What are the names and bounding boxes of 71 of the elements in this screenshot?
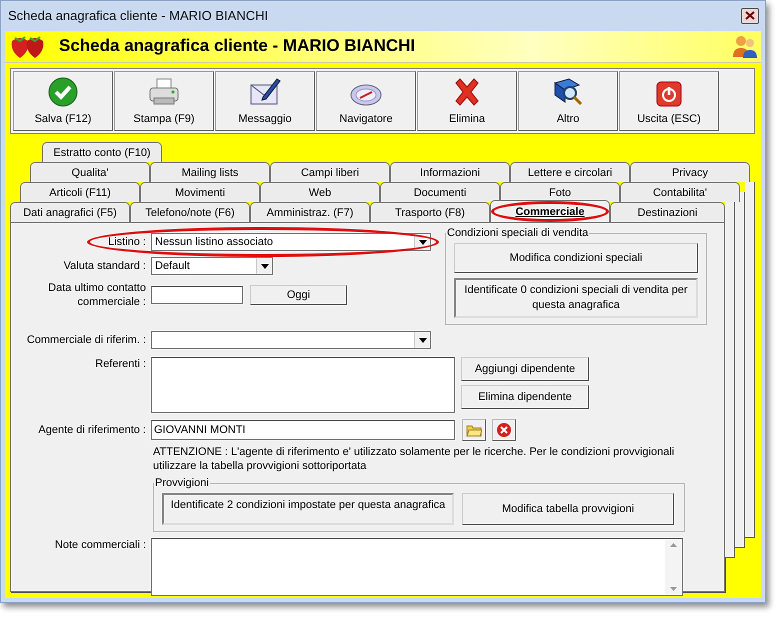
toolbar-button[interactable]: Stampa (F9) (114, 71, 214, 131)
tab[interactable]: Lettere e circolari (510, 162, 630, 182)
scroll-up-icon (670, 543, 677, 547)
field-label: Referenti : (94, 357, 147, 371)
dropdown-caret-icon (418, 240, 426, 244)
tab[interactable]: Amministraz. (F7) (250, 202, 370, 222)
tab[interactable]: Campi liberi (270, 162, 390, 182)
dropdown-caret-icon (260, 264, 268, 268)
toolbar-button[interactable]: Salva (F12) (13, 71, 113, 131)
today-button[interactable]: Oggi (250, 285, 347, 305)
group-title: Provvigioni (154, 477, 210, 489)
dropdown[interactable]: Default (151, 257, 273, 275)
info-text: Identificate 2 condizioni impostate per questa anagrafica (162, 493, 454, 525)
field-label: Listino : (107, 235, 147, 249)
dropdown[interactable]: Nessun listino associato (151, 233, 431, 251)
notes-field[interactable] (151, 538, 683, 596)
compass-icon (350, 83, 382, 107)
scroll-down-icon (670, 587, 677, 591)
tab[interactable]: Contabilita' (620, 182, 740, 202)
text-field[interactable]: GIOVANNI MONTI (151, 420, 455, 440)
action-button[interactable]: Aggiungi dipendente (461, 357, 589, 381)
tab[interactable]: Web (260, 182, 380, 202)
list-field[interactable] (151, 357, 455, 413)
toolbar-button[interactable]: Elimina (417, 71, 517, 131)
tab[interactable]: Articoli (F11) (20, 182, 140, 202)
users-icon (733, 34, 757, 58)
tab[interactable]: Dati anagrafici (F5) (10, 202, 130, 222)
toolbar-button[interactable]: Uscita (ESC) (619, 71, 719, 131)
field-label: Note commerciali : (54, 538, 147, 552)
power-icon (656, 81, 682, 107)
close-icon (745, 11, 755, 20)
tab[interactable]: Telefono/note (F6) (130, 202, 250, 222)
book-magnifier-icon (552, 77, 584, 107)
scrollbar[interactable] (665, 539, 682, 595)
dropdown[interactable] (151, 331, 431, 349)
window-title: Scheda anagrafica cliente - MARIO BIANCHI (8, 8, 268, 24)
tab[interactable]: Qualita' (30, 162, 150, 182)
tab[interactable]: Informazioni (390, 162, 510, 182)
close-icon (496, 422, 512, 438)
tab[interactable]: Estratto conto (F10) (42, 142, 162, 162)
checkmark-icon (48, 77, 78, 107)
info-text: Identificate 0 condizioni speciali di vendita per questa anagrafica (454, 278, 698, 318)
printer-icon (148, 77, 180, 107)
tab[interactable]: Movimenti (140, 182, 260, 202)
tab[interactable]: Foto (500, 182, 620, 202)
toolbar-button[interactable]: Messaggio (215, 71, 315, 131)
toolbar-button[interactable]: Altro (518, 71, 618, 131)
tab[interactable]: Commerciale (490, 200, 610, 222)
toolbar-button[interactable]: Navigatore (316, 71, 416, 131)
field-label: Data ultimo contatto commerciale : (47, 281, 147, 309)
dropdown-caret-icon (418, 338, 426, 342)
close-button[interactable] (741, 8, 759, 24)
tab[interactable]: Privacy (630, 162, 750, 182)
group-title: Condizioni speciali di vendita (446, 227, 590, 239)
clear-button[interactable] (492, 419, 516, 441)
header-title: Scheda anagrafica cliente - MARIO BIANCHI (59, 36, 416, 56)
edit-commissions-button[interactable]: Modifica tabella provvigioni (462, 493, 674, 525)
tab[interactable]: Destinazioni (610, 202, 725, 222)
field-value: GIOVANNI MONTI (154, 424, 246, 436)
folder-icon (466, 423, 482, 437)
action-button[interactable]: Elimina dipendente (461, 385, 589, 409)
date-field[interactable] (151, 286, 243, 304)
tab[interactable]: Documenti (380, 182, 500, 202)
warning-text: ATTENZIONE : L'agente di riferimento e' utilizzato solamente per le ricerche. Per le condizioni provvigionali utilizzare la tabella provvigioni sottoriportata (153, 445, 676, 473)
field-label: Commerciale di riferim. : (26, 333, 147, 347)
field-label: Agente di riferimento : (37, 423, 147, 437)
tab[interactable]: Trasporto (F8) (370, 202, 490, 222)
browse-button[interactable] (462, 419, 486, 441)
tab[interactable]: Mailing lists (150, 162, 270, 182)
field-label: Valuta standard : (62, 259, 147, 273)
edit-conditions-button[interactable]: Modifica condizioni speciali (454, 243, 698, 273)
